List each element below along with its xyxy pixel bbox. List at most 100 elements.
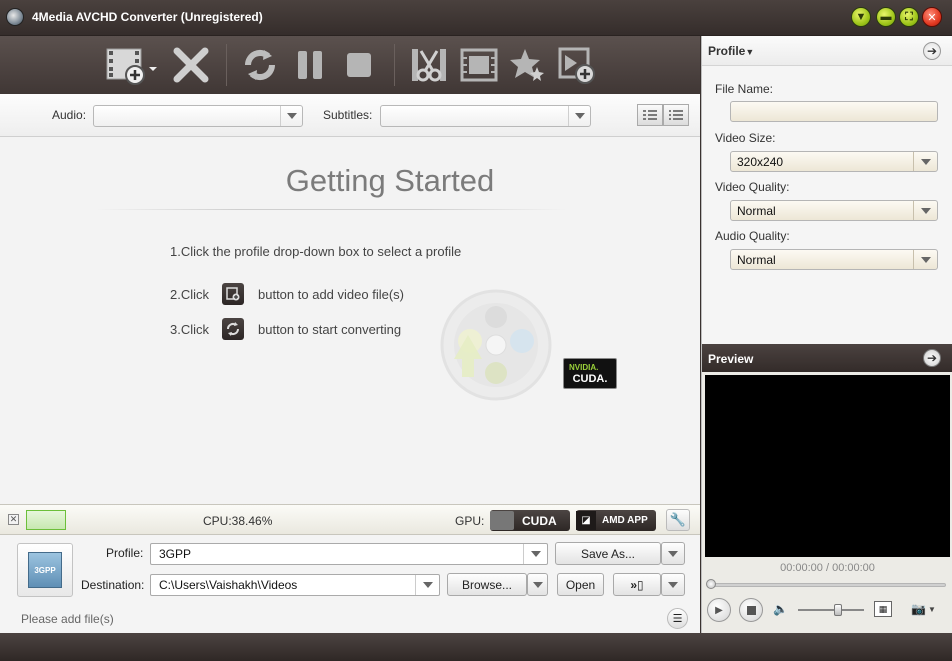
x-icon	[173, 47, 209, 83]
step-2-prefix: 2.Click	[170, 287, 210, 302]
save-as-dropdown[interactable]	[661, 542, 685, 565]
video-quality-select[interactable]: Normal	[730, 200, 938, 221]
remove-button[interactable]	[169, 44, 213, 86]
gpu-label: GPU:	[455, 514, 485, 528]
video-size-dropdown-arrow[interactable]	[913, 152, 937, 171]
transfer-to-device-button[interactable]: »▯	[613, 573, 661, 596]
chevron-down-icon: ▼	[855, 11, 867, 23]
film-plus-icon	[558, 47, 595, 84]
close-log-icon[interactable]: ✕	[8, 514, 19, 525]
app-logo-icon	[6, 8, 24, 26]
browse-dropdown[interactable]	[527, 573, 548, 596]
merge-button[interactable]	[457, 44, 501, 86]
snapshot-folder-button[interactable]: ▦	[874, 601, 892, 617]
cuda-text: CUDA.	[572, 373, 608, 385]
video-quality-value: Normal	[737, 204, 776, 218]
add-video-hint-icon	[222, 283, 244, 305]
expand-preview-button[interactable]: ➔	[923, 349, 941, 367]
expand-profile-button[interactable]: ➔	[923, 42, 941, 60]
video-size-select[interactable]: 320x240	[730, 151, 938, 172]
subtitles-select[interactable]	[380, 105, 591, 127]
maximize-button[interactable]: ⛶	[899, 7, 919, 27]
audio-label: Audio:	[52, 108, 87, 122]
audio-select[interactable]	[93, 105, 303, 127]
volume-icon[interactable]: 🔈	[773, 602, 788, 616]
main-toolbar	[0, 36, 700, 94]
step-2-suffix: button to add video file(s)	[258, 287, 404, 302]
amd-app-label: AMD APP	[602, 515, 648, 526]
arrow-right-icon: ➔	[926, 44, 938, 58]
bottom-strip	[0, 633, 952, 661]
star-icon	[510, 49, 544, 81]
save-as-label: Save As...	[580, 546, 636, 561]
cuda-toggle-button[interactable]: CUDA	[490, 510, 570, 531]
list-view-button[interactable]	[663, 104, 689, 126]
audio-quality-dropdown-arrow[interactable]	[913, 250, 937, 269]
audio-subtitle-bar: Audio: Subtitles:	[0, 94, 700, 137]
profile-dropdown-arrow[interactable]	[523, 544, 547, 564]
list-detail-icon	[643, 110, 657, 120]
amd-app-toggle-button[interactable]: ◪ AMD APP	[576, 510, 656, 531]
convert-button[interactable]	[238, 44, 282, 86]
chevron-down-icon	[532, 581, 543, 588]
clip-button[interactable]	[407, 44, 451, 86]
transfer-device-icon: »▯	[630, 577, 644, 592]
detail-view-button[interactable]	[637, 104, 663, 126]
stop-button[interactable]	[337, 44, 381, 86]
chevron-down-icon	[286, 113, 297, 119]
profile-select[interactable]: 3GPP	[150, 543, 548, 565]
cpu-graph	[26, 510, 66, 530]
volume-slider[interactable]	[798, 609, 864, 611]
stop-preview-button[interactable]	[739, 598, 763, 622]
cuda-label: CUDA	[522, 513, 557, 528]
open-button[interactable]: Open	[557, 573, 604, 596]
browse-button[interactable]: Browse...	[447, 573, 527, 596]
log-button[interactable]: ☰	[667, 608, 688, 629]
seek-thumb[interactable]	[706, 579, 716, 589]
video-size-value: 320x240	[737, 155, 784, 169]
play-button[interactable]: ▶	[707, 598, 731, 622]
video-quality-dropdown-arrow[interactable]	[913, 201, 937, 220]
preview-panel-header: Preview ➔	[702, 344, 952, 372]
settings-button[interactable]: 🔧	[666, 509, 690, 531]
subtitles-dropdown-arrow[interactable]	[568, 106, 590, 126]
close-button[interactable]: ✕	[922, 7, 942, 27]
profile-label: Profile:	[106, 546, 144, 560]
stop-icon	[347, 53, 371, 77]
subtitles-label: Subtitles:	[323, 108, 373, 122]
add-output-profile-button[interactable]	[555, 44, 599, 86]
file-name-input[interactable]	[730, 101, 938, 122]
audio-quality-value: Normal	[737, 253, 776, 267]
minimize-button[interactable]: ▬	[876, 7, 896, 27]
destination-dropdown-arrow[interactable]	[415, 575, 439, 595]
close-icon: ✕	[927, 11, 937, 24]
profile-thumbnail: 3GPP	[17, 543, 73, 597]
save-as-button[interactable]: Save As...	[555, 542, 661, 565]
audio-quality-select[interactable]: Normal	[730, 249, 938, 270]
destination-value: C:\Users\Vaishakh\Videos	[159, 578, 298, 592]
menu-dropdown-button[interactable]: ▼	[851, 7, 871, 27]
destination-input[interactable]: C:\Users\Vaishakh\Videos	[150, 574, 440, 596]
volume-thumb[interactable]	[833, 604, 842, 616]
pause-button[interactable]	[288, 44, 332, 86]
add-video-button[interactable]	[103, 44, 159, 86]
convert-hint-icon	[222, 318, 244, 340]
profile-panel-title[interactable]: Profile▼	[708, 44, 754, 58]
chevron-down-icon	[574, 113, 585, 119]
chevron-down-icon	[668, 550, 678, 557]
seek-bar[interactable]	[710, 583, 946, 587]
profile-settings-panel: Profile▼ ➔ File Name: Video Size: 320x24…	[701, 36, 952, 344]
pause-icon	[298, 51, 322, 79]
snapshot-button[interactable]: 📷 ▼	[911, 601, 941, 617]
step-3-suffix: button to start converting	[258, 322, 402, 337]
status-message: Please add file(s)	[21, 612, 114, 626]
preview-time: 00:00:00 / 00:00:00	[780, 562, 875, 574]
file-name-label: File Name:	[715, 82, 774, 96]
film-strip-icon	[460, 48, 498, 82]
cpu-usage: CPU:38.46%	[203, 514, 273, 528]
audio-dropdown-arrow[interactable]	[280, 106, 302, 126]
file-list-area: Getting Started 1.Click the profile drop…	[0, 137, 700, 504]
transfer-dropdown[interactable]	[661, 573, 685, 596]
video-size-label: Video Size:	[715, 131, 776, 145]
effects-button[interactable]	[505, 44, 549, 86]
